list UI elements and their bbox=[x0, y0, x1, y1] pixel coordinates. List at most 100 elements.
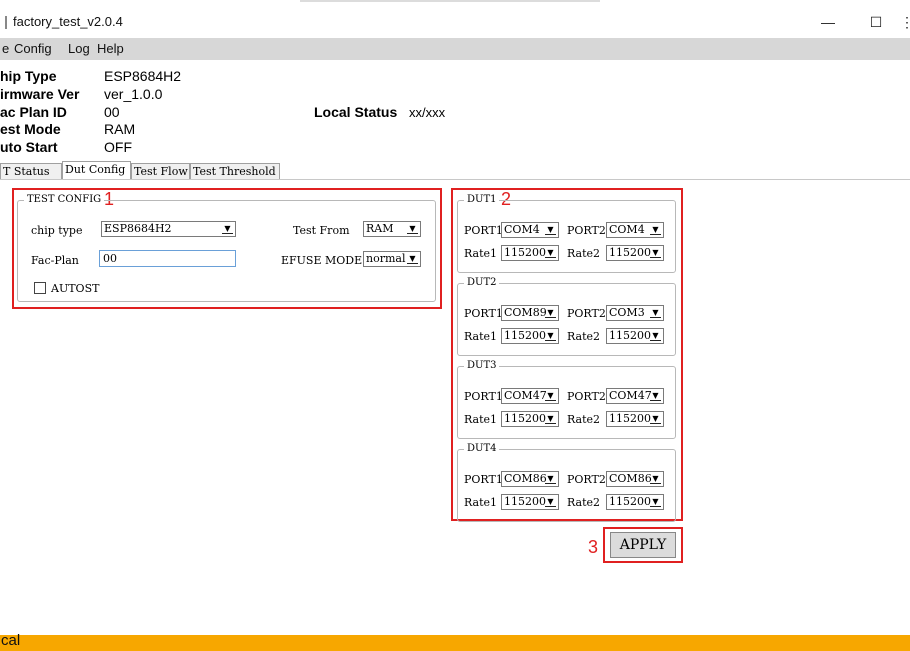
rate1-select-value: 115200 bbox=[504, 495, 546, 508]
port2-label: PORT2 bbox=[567, 307, 606, 320]
menu-file[interactable]: e bbox=[2, 41, 9, 56]
port2-label: PORT2 bbox=[567, 224, 606, 237]
test-config-group: TEST CONFIG chip type ESP8684H2 ▼ Fac-Pl… bbox=[17, 194, 436, 302]
rate2-label: Rate2 bbox=[567, 496, 601, 509]
rate2-select-value: 115200 bbox=[609, 329, 651, 342]
chip-type-label: hip Type bbox=[0, 68, 57, 84]
chip-type-value: ESP8684H2 bbox=[104, 68, 182, 84]
port1-label: PORT1 bbox=[464, 224, 503, 237]
tab-status[interactable]: T Status bbox=[0, 163, 62, 180]
chevron-down-icon: ▼ bbox=[545, 391, 556, 401]
chevron-down-icon: ▼ bbox=[650, 331, 661, 341]
fac-plan-value: 00 bbox=[104, 104, 120, 120]
fac-plan-label-cfg: Fac-Plan bbox=[31, 254, 79, 267]
test-from-select[interactable]: RAM ▼ bbox=[363, 221, 421, 237]
rate1-label: Rate1 bbox=[464, 247, 498, 260]
port1-select[interactable]: COM4 ▼ bbox=[501, 222, 559, 238]
autost-checkbox[interactable] bbox=[34, 282, 46, 294]
chevron-down-icon: ▼ bbox=[407, 254, 418, 264]
efuse-mode-select[interactable]: normal ▼ bbox=[363, 251, 421, 267]
port2-select-value: COM47 bbox=[609, 389, 652, 402]
port2-label: PORT2 bbox=[567, 473, 606, 486]
port2-select-value: COM86 bbox=[609, 472, 652, 485]
maximize-button[interactable]: ☐ bbox=[862, 10, 890, 34]
chevron-down-icon: ▼ bbox=[545, 497, 556, 507]
chevron-down-icon: ▼ bbox=[407, 224, 418, 234]
rate2-select[interactable]: 115200 ▼ bbox=[606, 245, 664, 261]
chevron-down-icon: ▼ bbox=[650, 414, 661, 424]
test-config-legend: TEST CONFIG bbox=[24, 194, 105, 205]
port1-select-value: COM86 bbox=[504, 472, 547, 485]
rate1-select[interactable]: 115200 ▼ bbox=[501, 494, 559, 510]
dut-legend: DUT1 bbox=[464, 194, 500, 205]
test-from-label: Test From bbox=[293, 224, 350, 237]
fac-plan-input[interactable]: 00 bbox=[99, 250, 236, 267]
chevron-down-icon: ▼ bbox=[650, 474, 661, 484]
port2-select[interactable]: COM4 ▼ bbox=[606, 222, 664, 238]
dut-group: DUT1 PORT1 COM4 ▼ PORT2 COM4 ▼ Rate1 115200 ▼ Rate… bbox=[457, 194, 676, 273]
rate1-label: Rate1 bbox=[464, 330, 498, 343]
tab-test-threshold[interactable]: Test Threshold bbox=[190, 163, 280, 180]
efuse-mode-select-value: normal bbox=[366, 252, 406, 265]
rate1-select-value: 115200 bbox=[504, 329, 546, 342]
chip-type-select-value: ESP8684H2 bbox=[104, 222, 172, 235]
port1-select-value: COM89 bbox=[504, 306, 547, 319]
status-bar-text: cal bbox=[1, 632, 21, 649]
rate1-select[interactable]: 115200 ▼ bbox=[501, 245, 559, 261]
dut-group: DUT4 PORT1 COM86 ▼ PORT2 COM86 ▼ Rate1 115200 ▼ Ra… bbox=[457, 443, 676, 522]
test-mode-value: RAM bbox=[104, 121, 136, 137]
local-status-value: xx/xxx bbox=[409, 105, 446, 120]
chevron-down-icon: ▼ bbox=[545, 474, 556, 484]
chevron-down-icon: ▼ bbox=[545, 414, 556, 424]
rate1-select-value: 115200 bbox=[504, 246, 546, 259]
rate1-select[interactable]: 115200 ▼ bbox=[501, 328, 559, 344]
fac-plan-label: ac Plan ID bbox=[0, 104, 67, 120]
rate2-select[interactable]: 115200 ▼ bbox=[606, 411, 664, 427]
rate1-select[interactable]: 115200 ▼ bbox=[501, 411, 559, 427]
port2-select[interactable]: COM86 ▼ bbox=[606, 471, 664, 487]
chevron-down-icon: ▼ bbox=[650, 308, 661, 318]
port2-select-value: COM3 bbox=[609, 306, 645, 319]
rate2-select[interactable]: 115200 ▼ bbox=[606, 328, 664, 344]
dut-legend: DUT3 bbox=[464, 360, 500, 371]
port1-select[interactable]: COM86 ▼ bbox=[501, 471, 559, 487]
port2-select-value: COM4 bbox=[609, 223, 645, 236]
chevron-down-icon: ▼ bbox=[222, 224, 233, 234]
menu-log[interactable]: Log bbox=[68, 41, 90, 56]
chevron-down-icon: ▼ bbox=[650, 391, 661, 401]
port2-select[interactable]: COM47 ▼ bbox=[606, 388, 664, 404]
test-from-select-value: RAM bbox=[366, 222, 394, 235]
port1-label: PORT1 bbox=[464, 473, 503, 486]
port1-select[interactable]: COM89 ▼ bbox=[501, 305, 559, 321]
chevron-down-icon: ▼ bbox=[545, 248, 556, 258]
tab-dut-config[interactable]: Dut Config bbox=[62, 161, 131, 180]
chevron-down-icon: ▼ bbox=[650, 225, 661, 235]
dut-group: DUT2 PORT1 COM89 ▼ PORT2 COM3 ▼ Rate1 115200 ▼ Rat… bbox=[457, 277, 676, 356]
title-bar-top-line bbox=[300, 0, 600, 2]
tab-divider bbox=[0, 179, 910, 180]
minimize-button[interactable]: — bbox=[814, 10, 842, 34]
rate1-label: Rate1 bbox=[464, 496, 498, 509]
menu-config[interactable]: Config bbox=[14, 41, 52, 56]
apply-button[interactable]: APPLY bbox=[610, 532, 676, 558]
chevron-down-icon: ▼ bbox=[545, 308, 556, 318]
title-bar: factory_test_v2.0.4 — ☐ ⋮ bbox=[0, 0, 910, 40]
port2-select[interactable]: COM3 ▼ bbox=[606, 305, 664, 321]
chip-type-select[interactable]: ESP8684H2 ▼ bbox=[101, 221, 236, 237]
close-button[interactable]: ⋮ bbox=[900, 10, 910, 34]
dut-group: DUT3 PORT1 COM47 ▼ PORT2 COM47 ▼ Rate1 115200 ▼ Ra… bbox=[457, 360, 676, 439]
rate2-select[interactable]: 115200 ▼ bbox=[606, 494, 664, 510]
port1-select[interactable]: COM47 ▼ bbox=[501, 388, 559, 404]
status-bar: cal bbox=[0, 632, 910, 651]
auto-start-value: OFF bbox=[104, 139, 132, 155]
annotation-3: 3 bbox=[588, 537, 599, 557]
rate2-label: Rate2 bbox=[567, 330, 601, 343]
tab-test-flow[interactable]: Test Flow bbox=[131, 163, 190, 180]
firmware-value: ver_1.0.0 bbox=[104, 86, 163, 102]
rate1-select-value: 115200 bbox=[504, 412, 546, 425]
app-icon bbox=[5, 16, 7, 29]
menu-help[interactable]: Help bbox=[97, 41, 124, 56]
port1-select-value: COM4 bbox=[504, 223, 540, 236]
chevron-down-icon: ▼ bbox=[650, 248, 661, 258]
chevron-down-icon: ▼ bbox=[545, 225, 556, 235]
